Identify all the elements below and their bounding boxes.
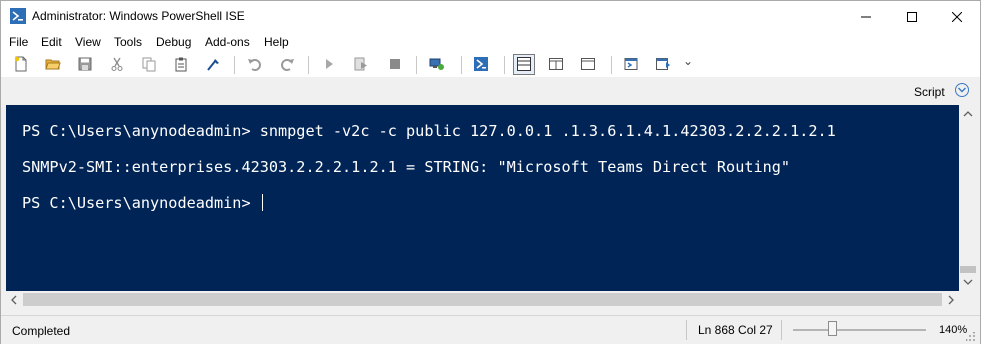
start-powershell-icon[interactable] xyxy=(472,55,490,73)
toolbar-overflow-icon[interactable]: ⌄ xyxy=(683,54,693,68)
console-prompt: PS C:\Users\anynodeadmin> xyxy=(22,194,260,212)
menu-bar: File Edit View Tools Debug Add-ons Help xyxy=(1,32,980,52)
minimize-button[interactable] xyxy=(843,1,889,32)
console-line: PS C:\Users\anynodeadmin> snmpget -v2c -… xyxy=(22,122,836,140)
menu-debug[interactable]: Debug xyxy=(156,35,191,49)
copy-icon[interactable] xyxy=(140,55,158,73)
toolbar-separator xyxy=(461,56,462,74)
menu-edit[interactable]: Edit xyxy=(41,35,62,49)
toolbar: ⌄ xyxy=(1,52,980,77)
horizontal-scroll-thumb[interactable] xyxy=(23,293,942,306)
zoom-slider-track[interactable] xyxy=(793,329,926,331)
paste-icon[interactable] xyxy=(172,55,190,73)
clear-console-icon[interactable] xyxy=(204,55,222,73)
scroll-right-icon[interactable] xyxy=(947,295,955,305)
menu-view[interactable]: View xyxy=(75,35,101,49)
show-script-top-icon[interactable] xyxy=(515,55,533,73)
new-remote-tab-icon[interactable] xyxy=(428,55,446,73)
vertical-scrollbar[interactable] xyxy=(959,105,977,291)
cut-icon[interactable] xyxy=(108,55,126,73)
toolbar-separator xyxy=(611,56,612,74)
script-label[interactable]: Script xyxy=(914,85,945,99)
new-file-icon[interactable] xyxy=(12,55,30,73)
undo-icon[interactable] xyxy=(246,55,264,73)
status-text: Completed xyxy=(12,324,71,338)
menu-add-ons[interactable]: Add-ons xyxy=(205,35,250,49)
toolbar-separator xyxy=(234,56,235,74)
toolbar-separator xyxy=(416,56,417,74)
status-separator xyxy=(781,320,782,340)
console-line: SNMPv2-SMI::enterprises.42303.2.2.2.1.2.… xyxy=(22,158,791,176)
vertical-scroll-thumb[interactable] xyxy=(960,266,976,273)
cursor-position: Ln 868 Col 27 xyxy=(698,323,773,337)
close-button[interactable] xyxy=(934,1,980,32)
menu-help[interactable]: Help xyxy=(264,35,289,49)
script-pane-bar: Script xyxy=(1,78,980,104)
status-bar: Completed Ln 868 Col 27 140% xyxy=(1,315,980,344)
text-cursor xyxy=(261,194,263,211)
menu-file[interactable]: File xyxy=(9,35,28,49)
toolbar-separator xyxy=(308,56,309,74)
run-script-icon[interactable] xyxy=(320,55,338,73)
run-selection-icon[interactable] xyxy=(352,55,370,73)
horizontal-scrollbar[interactable] xyxy=(6,291,959,308)
save-icon[interactable] xyxy=(76,55,94,73)
scroll-left-icon[interactable] xyxy=(10,295,18,305)
console-prompt-line: PS C:\Users\anynodeadmin> xyxy=(22,194,263,212)
show-script-maximized-icon[interactable] xyxy=(579,55,597,73)
show-command-window-icon[interactable] xyxy=(622,55,640,73)
open-folder-icon[interactable] xyxy=(44,55,62,73)
stop-icon[interactable] xyxy=(386,55,404,73)
redo-icon[interactable] xyxy=(278,55,296,73)
status-separator xyxy=(686,320,687,340)
toolbar-separator xyxy=(504,56,505,74)
title-bar[interactable]: Administrator: Windows PowerShell ISE xyxy=(1,1,980,32)
show-command-addon-icon[interactable] xyxy=(654,55,672,73)
zoom-level: 140% xyxy=(939,324,968,336)
maximize-button[interactable] xyxy=(889,1,935,32)
menu-tools[interactable]: Tools xyxy=(114,35,142,49)
window-title: Administrator: Windows PowerShell ISE xyxy=(32,9,245,23)
zoom-slider-thumb[interactable] xyxy=(828,321,838,336)
chevron-down-icon[interactable] xyxy=(955,83,969,97)
scroll-up-icon[interactable] xyxy=(963,110,973,118)
scrollbar-corner xyxy=(959,291,977,308)
console-pane[interactable]: PS C:\Users\anynodeadmin> snmpget -v2c -… xyxy=(6,105,959,291)
powershell-ise-icon xyxy=(10,8,26,24)
show-script-right-icon[interactable] xyxy=(547,55,565,73)
scroll-down-icon[interactable] xyxy=(963,278,973,286)
powershell-ise-window: Administrator: Windows PowerShell ISE Fi… xyxy=(0,0,981,344)
resize-grip-icon[interactable] xyxy=(966,332,976,342)
